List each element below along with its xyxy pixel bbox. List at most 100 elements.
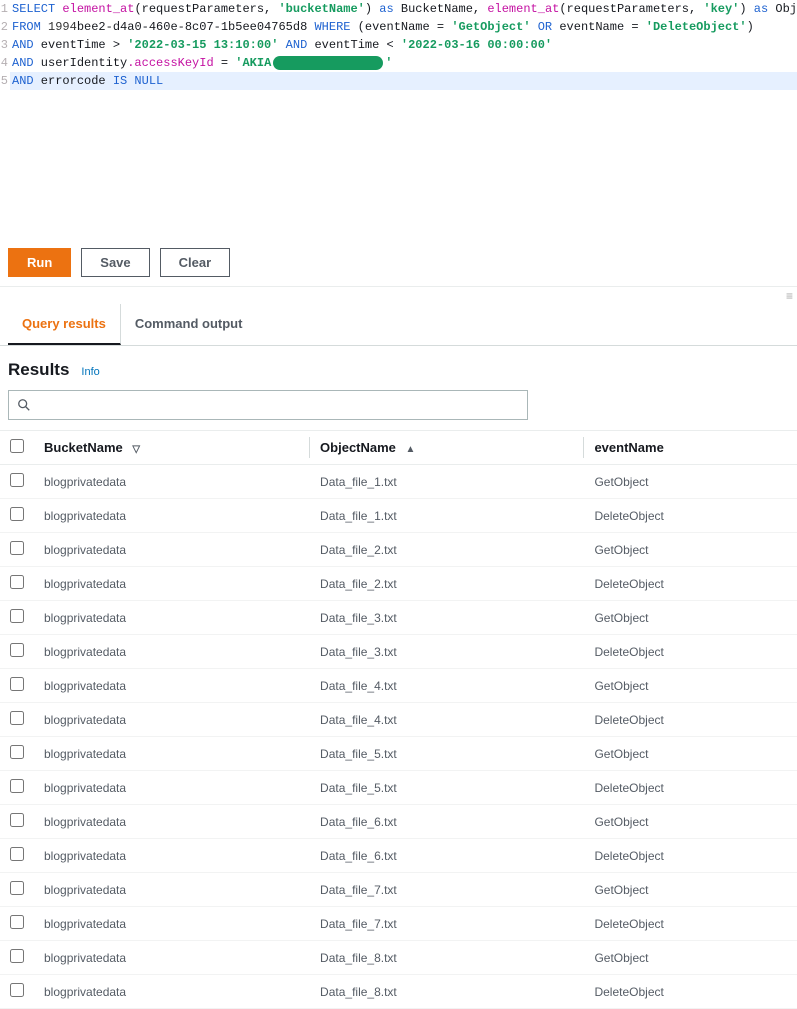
select-all-checkbox[interactable] [10,439,24,453]
cell-eventname: DeleteObject [584,771,797,805]
results-heading-row: Results Info [0,346,797,390]
cell-eventname: GetObject [584,873,797,907]
col-header-eventname[interactable]: eventName [584,431,797,465]
search-icon [17,398,31,412]
table-row: blogprivatedataData_file_2.txtDeleteObje… [0,567,797,601]
table-row: blogprivatedataData_file_1.txtDeleteObje… [0,499,797,533]
row-checkbox[interactable] [10,541,24,555]
cell-eventname: DeleteObject [584,975,797,1009]
grip-icon: ≡ [786,289,793,303]
cell-eventname: DeleteObject [584,635,797,669]
cell-bucketname: blogprivatedata [34,465,310,499]
col-header-label: eventName [594,440,663,455]
row-checkbox[interactable] [10,643,24,657]
info-link[interactable]: Info [81,366,99,378]
cell-objectname: Data_file_6.txt [310,805,584,839]
clear-button[interactable]: Clear [160,248,231,277]
cell-objectname: Data_file_5.txt [310,771,584,805]
tab-query-results[interactable]: Query results [8,304,121,345]
action-toolbar: Run Save Clear [0,240,797,286]
cell-eventname: GetObject [584,465,797,499]
row-checkbox[interactable] [10,881,24,895]
table-row: blogprivatedataData_file_5.txtGetObject [0,737,797,771]
table-row: blogprivatedataData_file_3.txtGetObject [0,601,797,635]
cell-objectname: Data_file_8.txt [310,941,584,975]
cell-bucketname: blogprivatedata [34,669,310,703]
results-filter-input[interactable] [37,398,519,413]
table-row: blogprivatedataData_file_4.txtDeleteObje… [0,703,797,737]
results-table: BucketName ▽ ObjectName ▲ eventName blog… [0,430,797,1009]
row-checkbox[interactable] [10,711,24,725]
table-row: blogprivatedataData_file_4.txtGetObject [0,669,797,703]
cell-objectname: Data_file_4.txt [310,669,584,703]
cell-bucketname: blogprivatedata [34,975,310,1009]
cell-objectname: Data_file_7.txt [310,873,584,907]
cell-bucketname: blogprivatedata [34,941,310,975]
col-header-objectname[interactable]: ObjectName ▲ [310,431,584,465]
cell-bucketname: blogprivatedata [34,635,310,669]
output-tabs: Query results Command output [0,304,797,346]
cell-bucketname: blogprivatedata [34,907,310,941]
row-checkbox[interactable] [10,745,24,759]
cell-objectname: Data_file_2.txt [310,567,584,601]
table-row: blogprivatedataData_file_6.txtDeleteObje… [0,839,797,873]
row-checkbox[interactable] [10,473,24,487]
row-checkbox[interactable] [10,983,24,997]
run-button[interactable]: Run [8,248,71,277]
cell-objectname: Data_file_4.txt [310,703,584,737]
cell-eventname: GetObject [584,669,797,703]
cell-objectname: Data_file_5.txt [310,737,584,771]
results-filter[interactable] [8,390,528,420]
row-checkbox[interactable] [10,609,24,623]
col-header-label: BucketName [44,440,123,455]
col-header-bucketname[interactable]: BucketName ▽ [34,431,310,465]
cell-bucketname: blogprivatedata [34,601,310,635]
cell-eventname: DeleteObject [584,499,797,533]
tab-command-output[interactable]: Command output [121,304,257,345]
cell-eventname: GetObject [584,805,797,839]
row-checkbox[interactable] [10,779,24,793]
table-row: blogprivatedataData_file_8.txtGetObject [0,941,797,975]
cell-bucketname: blogprivatedata [34,737,310,771]
save-button[interactable]: Save [81,248,149,277]
cell-objectname: Data_file_7.txt [310,907,584,941]
sort-asc-icon: ▲ [406,444,416,455]
cell-objectname: Data_file_1.txt [310,499,584,533]
cell-bucketname: blogprivatedata [34,771,310,805]
table-row: blogprivatedataData_file_2.txtGetObject [0,533,797,567]
editor-gutter: 12345 [0,0,10,90]
table-row: blogprivatedataData_file_1.txtGetObject [0,465,797,499]
cell-eventname: GetObject [584,737,797,771]
cell-bucketname: blogprivatedata [34,873,310,907]
cell-bucketname: blogprivatedata [34,839,310,873]
cell-bucketname: blogprivatedata [34,805,310,839]
cell-eventname: GetObject [584,601,797,635]
sort-desc-icon: ▽ [132,444,140,455]
cell-objectname: Data_file_8.txt [310,975,584,1009]
cell-objectname: Data_file_1.txt [310,465,584,499]
cell-objectname: Data_file_6.txt [310,839,584,873]
cell-eventname: DeleteObject [584,703,797,737]
cell-bucketname: blogprivatedata [34,567,310,601]
table-row: blogprivatedataData_file_3.txtDeleteObje… [0,635,797,669]
sql-editor[interactable]: 12345 SELECT element_at(requestParameter… [0,0,797,240]
cell-objectname: Data_file_3.txt [310,635,584,669]
cell-eventname: GetObject [584,533,797,567]
cell-objectname: Data_file_2.txt [310,533,584,567]
row-checkbox[interactable] [10,915,24,929]
table-row: blogprivatedataData_file_7.txtGetObject [0,873,797,907]
row-checkbox[interactable] [10,575,24,589]
results-heading: Results [8,360,69,380]
row-checkbox[interactable] [10,847,24,861]
cell-bucketname: blogprivatedata [34,533,310,567]
row-checkbox[interactable] [10,507,24,521]
row-checkbox[interactable] [10,949,24,963]
panel-divider[interactable]: ≡ [0,286,797,304]
cell-eventname: DeleteObject [584,907,797,941]
cell-eventname: DeleteObject [584,567,797,601]
row-checkbox[interactable] [10,677,24,691]
editor-code[interactable]: SELECT element_at(requestParameters, 'bu… [10,0,797,90]
row-checkbox[interactable] [10,813,24,827]
cell-objectname: Data_file_3.txt [310,601,584,635]
cell-bucketname: blogprivatedata [34,703,310,737]
